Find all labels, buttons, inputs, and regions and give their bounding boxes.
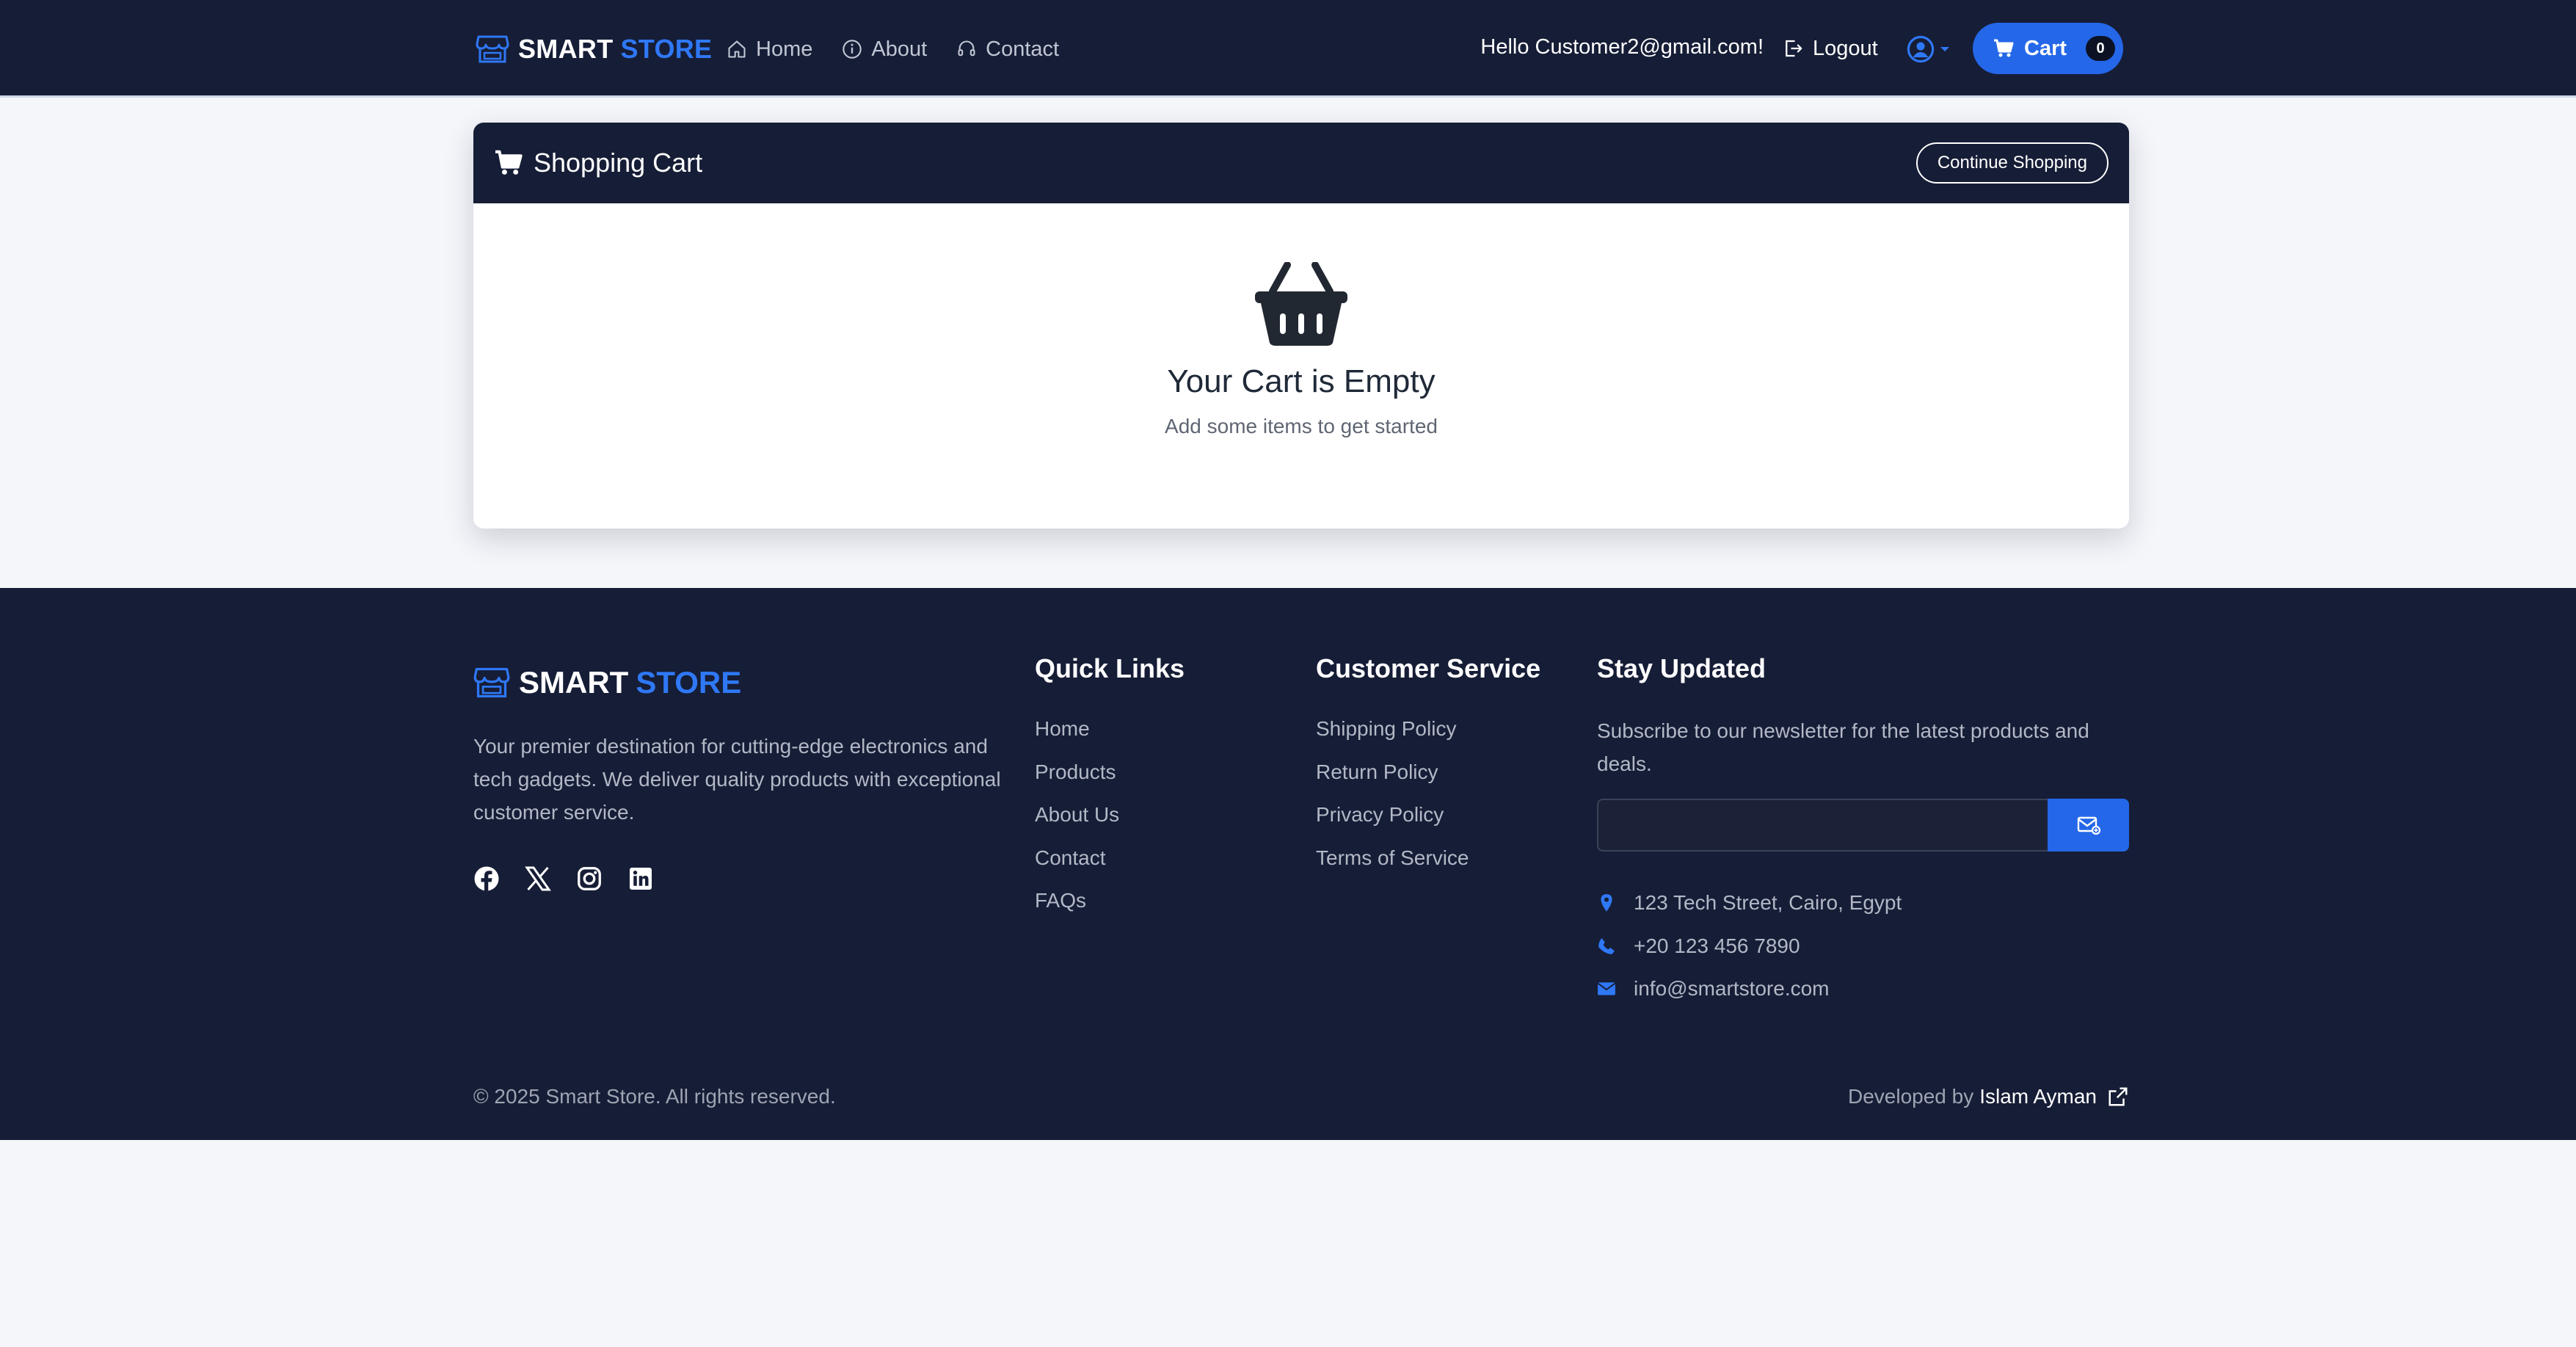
store-icon bbox=[473, 667, 510, 698]
footer-link-products[interactable]: Products bbox=[1035, 760, 1119, 803]
quick-links-list: Home Products About Us Contact FAQs bbox=[1035, 716, 1119, 932]
footer-brand-word-2: STORE bbox=[636, 665, 742, 700]
basket-icon bbox=[1255, 262, 1347, 346]
footer-brand-logo[interactable]: SMART STORE bbox=[473, 664, 741, 701]
footer-link-faqs[interactable]: FAQs bbox=[1035, 888, 1119, 932]
footer-link-home[interactable]: Home bbox=[1035, 716, 1119, 760]
nav-link-label: Home bbox=[756, 37, 813, 61]
logout-icon bbox=[1786, 40, 1802, 57]
developed-by-label: Developed by bbox=[1847, 1085, 1974, 1108]
cart-count-badge: 0 bbox=[2086, 36, 2116, 61]
copyright-text: © 2025 Smart Store. All rights reserved. bbox=[473, 1085, 836, 1108]
logout-label: Logout bbox=[1813, 36, 1878, 60]
social-links bbox=[473, 865, 654, 892]
cart-title-text: Shopping Cart bbox=[534, 148, 703, 178]
shopping-cart-card: Shopping Cart Continue Shopping Your Car… bbox=[473, 123, 2129, 529]
map-pin-icon bbox=[1601, 894, 1612, 912]
brand-word-2: STORE bbox=[620, 34, 713, 64]
home-icon bbox=[728, 40, 746, 58]
phone-icon bbox=[1598, 937, 1615, 954]
customer-service-title: Customer Service bbox=[1316, 653, 1541, 683]
nav-links: Home About Contact bbox=[727, 32, 1059, 66]
newsletter-email-input[interactable] bbox=[1597, 799, 2048, 852]
footer-link-about-us[interactable]: About Us bbox=[1035, 802, 1119, 846]
cart-title: Shopping Cart bbox=[494, 148, 702, 178]
envelope-icon bbox=[2077, 816, 2100, 835]
cart-label: Cart bbox=[2024, 36, 2067, 60]
external-link-icon[interactable] bbox=[2107, 1086, 2129, 1108]
user-greeting: Hello Customer2@gmail.com! bbox=[1480, 35, 1764, 59]
stay-updated-title: Stay Updated bbox=[1597, 653, 1767, 683]
contact-phone-text: +20 123 456 7890 bbox=[1634, 934, 1800, 957]
footer-link-shipping-policy[interactable]: Shipping Policy bbox=[1316, 716, 1469, 760]
footer-link-contact[interactable]: Contact bbox=[1035, 846, 1119, 889]
newsletter-subscribe-button[interactable] bbox=[2048, 799, 2129, 852]
developer-credit: Developed by Islam Ayman bbox=[1848, 1085, 2129, 1108]
x-icon[interactable] bbox=[525, 865, 551, 892]
nav-link-label: Contact bbox=[986, 37, 1060, 61]
contact-email-text: info@smartstore.com bbox=[1634, 977, 1830, 1001]
cart-card-header: Shopping Cart Continue Shopping bbox=[473, 123, 2129, 203]
instagram-icon[interactable] bbox=[576, 865, 603, 892]
cart-icon bbox=[1994, 39, 2014, 57]
store-icon bbox=[476, 35, 509, 63]
linkedin-icon[interactable] bbox=[627, 865, 654, 892]
developer-link[interactable]: Islam Ayman bbox=[1979, 1085, 2097, 1108]
user-circle-icon bbox=[1907, 35, 1935, 63]
cart-icon bbox=[495, 150, 523, 175]
nav-link-about[interactable]: About bbox=[842, 37, 927, 62]
user-menu-dropdown[interactable] bbox=[1907, 35, 1951, 64]
contact-phone: +20 123 456 7890 bbox=[1597, 925, 1902, 968]
footer-link-privacy-policy[interactable]: Privacy Policy bbox=[1316, 802, 1469, 846]
newsletter-description: Subscribe to our newsletter for the late… bbox=[1597, 719, 2089, 775]
contact-address-text: 123 Tech Street, Cairo, Egypt bbox=[1634, 891, 1902, 915]
chevron-down-icon bbox=[1940, 47, 1949, 51]
facebook-icon[interactable] bbox=[473, 865, 500, 892]
navbar: SMART STORE Home About Contact Hello Cust… bbox=[0, 0, 2576, 98]
cart-button[interactable]: Cart 0 bbox=[1973, 23, 2123, 74]
footer-about-text: Your premier destination for cutting-edg… bbox=[473, 735, 1001, 824]
contact-address: 123 Tech Street, Cairo, Egypt bbox=[1597, 882, 1902, 925]
nav-link-home[interactable]: Home bbox=[727, 37, 812, 62]
quick-links-title: Quick Links bbox=[1035, 653, 1185, 683]
customer-service-list: Shipping Policy Return Policy Privacy Po… bbox=[1316, 716, 1469, 888]
footer-link-terms-of-service[interactable]: Terms of Service bbox=[1316, 846, 1469, 889]
footer-link-return-policy[interactable]: Return Policy bbox=[1316, 760, 1469, 803]
continue-shopping-button[interactable]: Continue Shopping bbox=[1915, 142, 2109, 184]
contact-info-list: 123 Tech Street, Cairo, Egypt +20 123 45… bbox=[1597, 882, 1902, 1011]
info-icon bbox=[843, 40, 862, 59]
brand-word-1: SMART bbox=[518, 34, 614, 64]
footer-brand-word-1: SMART bbox=[519, 665, 629, 700]
empty-cart-subtitle: Add some items to get started bbox=[1165, 415, 1438, 437]
nav-link-label: About bbox=[871, 37, 928, 61]
brand-logo[interactable]: SMART STORE bbox=[476, 32, 712, 67]
newsletter-form bbox=[1597, 799, 2129, 852]
nav-link-contact[interactable]: Contact bbox=[956, 37, 1059, 62]
footer: SMART STORE Your premier destination for … bbox=[0, 588, 2576, 1140]
logout-link[interactable]: Logout bbox=[1782, 32, 1878, 65]
empty-cart-title: Your Cart is Empty bbox=[1167, 363, 1436, 399]
envelope-icon bbox=[1597, 982, 1616, 995]
headset-icon bbox=[958, 40, 975, 57]
contact-email: info@smartstore.com bbox=[1597, 967, 1902, 1011]
empty-cart-state: Your Cart is Empty Add some items to get… bbox=[473, 203, 2129, 438]
